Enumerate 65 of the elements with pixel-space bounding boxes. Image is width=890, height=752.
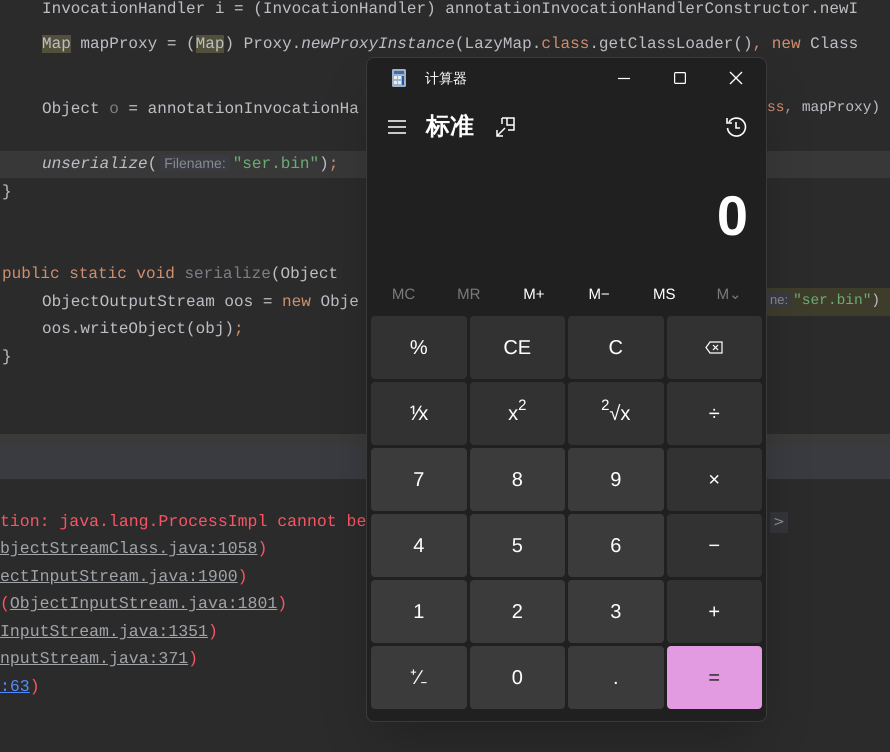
key-button[interactable]: ⅟x — [371, 382, 466, 445]
history-icon — [725, 116, 747, 138]
key-button[interactable]: 1 — [371, 580, 466, 643]
code-line: ObjectOutputStream oos = new Obje — [42, 292, 359, 313]
parameter-hint: Filename: — [160, 155, 230, 172]
code-line: ss, mapProxy) — [767, 99, 880, 118]
key-button[interactable]: CE — [470, 316, 565, 379]
memory-button[interactable]: MS — [632, 276, 697, 314]
maximize-icon — [674, 72, 686, 84]
expand-button[interactable]: > — [770, 512, 788, 533]
code-line: Object o = annotationInvocationHa — [42, 99, 359, 120]
keep-on-top-button[interactable] — [494, 115, 518, 139]
key-button[interactable]: . — [568, 646, 664, 709]
parameter-hint: ne: — [767, 292, 792, 308]
key-button[interactable]: C — [568, 316, 664, 379]
console-line: :63) — [0, 676, 40, 698]
console-line: nputStream.java:371) — [0, 648, 198, 670]
key-button[interactable]: 9 — [568, 448, 664, 511]
pin-window-icon — [496, 117, 516, 137]
code-line: oos.writeObject(obj); — [42, 319, 244, 340]
key-button[interactable]: × — [666, 448, 762, 511]
menu-icon — [387, 120, 407, 134]
code-line: public static void serialize(Object — [2, 264, 338, 286]
stack-trace-link[interactable]: ObjectInputStream.java:1801 — [10, 594, 278, 614]
key-button[interactable]: 3 — [568, 580, 664, 643]
display-value: 0 — [716, 183, 748, 249]
stack-trace-link[interactable]: InputStream.java:1351 — [0, 622, 208, 641]
key-button[interactable]: + — [666, 580, 762, 643]
console-line: InputStream.java:1351) — [0, 620, 218, 643]
key-button[interactable]: % — [371, 316, 466, 379]
key-button[interactable]: ÷ — [666, 382, 762, 445]
console-line: ectInputStream.java:1900) — [0, 566, 248, 588]
key-button[interactable]: 4 — [371, 514, 466, 577]
code-line: unserialize( Filename: "ser.bin"); — [42, 154, 338, 176]
stack-trace-link[interactable]: ectInputStream.java:1900 — [0, 566, 238, 586]
console-line: (ObjectInputStream.java:1801) — [0, 593, 288, 616]
history-button[interactable] — [724, 115, 748, 139]
memory-button[interactable]: M− — [566, 276, 632, 314]
key-button[interactable]: 5 — [470, 514, 565, 577]
key-button[interactable]: 2 — [470, 580, 565, 643]
key-button[interactable]: 7 — [371, 448, 466, 511]
memory-button[interactable]: M+ — [501, 276, 566, 314]
mode-title: 标准 — [426, 112, 474, 142]
console-line: tion: java.lang.ProcessImpl cannot be — [0, 512, 366, 531]
code-line: } — [2, 346, 12, 368]
key-button[interactable]: 0 — [470, 646, 565, 709]
key-button[interactable]: x$^{2}$ — [470, 382, 565, 445]
key-button[interactable]: $^{2}$√x — [568, 382, 664, 445]
stack-trace-link[interactable]: :63 — [0, 676, 30, 696]
key-button[interactable]: − — [666, 514, 762, 577]
key-button[interactable]: 6 — [568, 514, 664, 577]
stack-trace-link[interactable]: bjectStreamClass.java:1058 — [0, 539, 258, 558]
equals-button[interactable]: = — [666, 646, 762, 709]
close-icon — [729, 71, 743, 85]
code-line: Map mapProxy = (Map) Proxy.newProxyInstance(LazyMap.class.getClassLoader(), new Class — [42, 34, 858, 55]
key-button[interactable]: ⁺∕₋ — [371, 646, 466, 709]
window-title: 计算器 — [425, 68, 467, 88]
calculator-icon — [391, 69, 407, 87]
stack-trace-link[interactable]: nputStream.java:371 — [0, 649, 188, 668]
key-button[interactable]: 8 — [470, 448, 565, 511]
code-line: ne: "ser.bin") — [767, 290, 880, 314]
backspace-icon — [705, 341, 724, 354]
code-line: InvocationHandler i = (InvocationHandler) annotationInvocationHandlerConstructor.newI — [42, 0, 858, 20]
code-line: } — [2, 182, 12, 203]
console-line: bjectStreamClass.java:1058) — [0, 538, 268, 560]
